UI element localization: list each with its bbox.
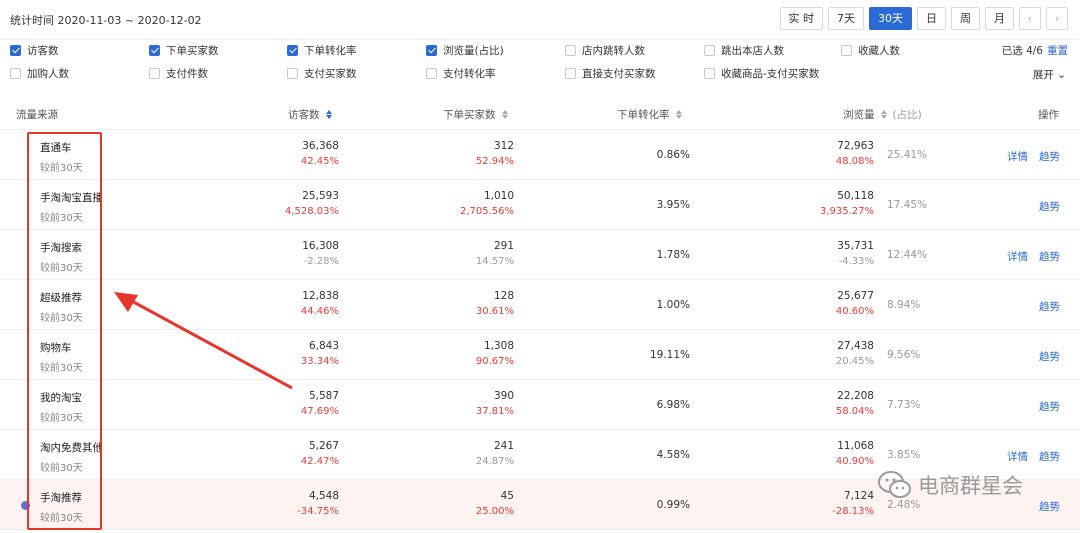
wechat-icon [878, 471, 911, 498]
arrow-shaft [127, 297, 293, 390]
watermark-text: 电商群星会 [918, 474, 1023, 498]
pointer-arrow [114, 292, 293, 390]
watermark: 电商群星会 [878, 470, 1023, 500]
